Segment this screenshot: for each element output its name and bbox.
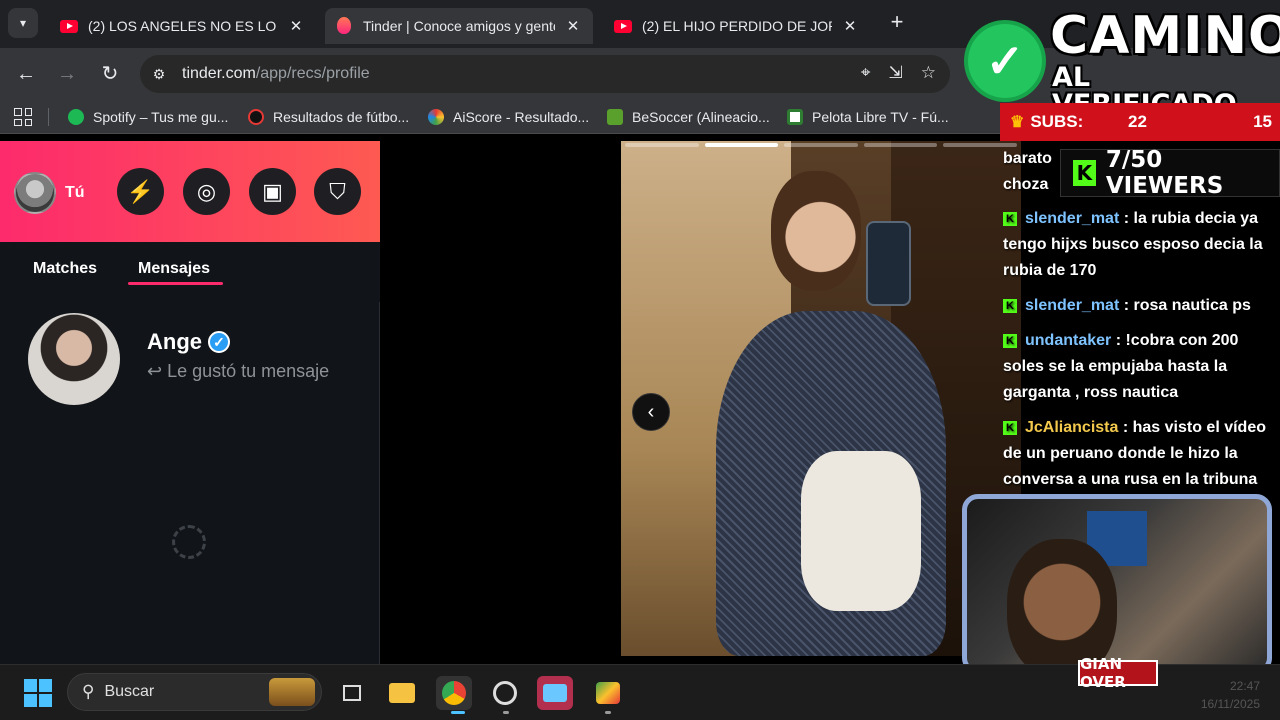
work-mode-button[interactable]: ▣ [249,168,296,215]
reload-button[interactable]: ↻ [96,60,124,88]
verified-badge-icon: ✓ [208,331,230,353]
close-icon[interactable]: ✕ [288,17,304,35]
bookmark-pelota-libre[interactable]: Pelota Libre TV - Fú... [787,106,949,128]
kick-badge-icon: K [1003,211,1017,226]
compass-icon: ◎ [196,178,217,204]
kick-badge-icon: K [1003,420,1017,435]
explore-button[interactable]: ◎ [183,168,230,215]
back-button[interactable]: ← [12,60,40,88]
active-app-indicator [451,711,465,714]
profile-photo[interactable] [621,141,1021,656]
close-icon[interactable]: ✕ [565,17,581,35]
viewers-counter: K 7/50 VIEWERS [1060,147,1280,199]
location-icon[interactable]: ⌖ [861,63,871,83]
bookmark-star-icon[interactable]: ☆ [921,63,936,83]
install-app-icon[interactable]: ⇲ [889,63,903,83]
taskbar-search[interactable]: ⚲ Buscar [67,673,322,711]
streamer-name-tag: GIAN OVER [1078,655,1158,691]
subs-counter: ♛ SUBS: 22 15 [1000,103,1280,141]
my-profile-label[interactable]: Tú [65,184,85,202]
kick-logo-icon: K [1073,160,1096,186]
obs-icon[interactable] [487,676,523,710]
tab-youtube-los-angeles[interactable]: (2) LOS ANGELES NO ES LO QU ✕ [48,8,316,44]
subs-current: 22 [1128,112,1147,131]
new-tab-button[interactable]: + [884,10,910,36]
aiscore-icon [428,109,444,125]
open-app-indicator [605,711,611,714]
chrome-icon[interactable] [436,676,472,710]
bookmark-besoccer[interactable]: BeSoccer (Alineacio... [607,106,770,128]
bookmark-aiscore[interactable]: AiScore - Resultado... [428,106,589,128]
verified-check-icon: ✓ [968,24,1042,98]
shield-icon: ⛉ [329,178,346,204]
my-profile-avatar[interactable] [14,172,56,214]
besoccer-icon [607,109,623,125]
youtube-icon [60,19,78,33]
photo-indicator[interactable] [863,143,938,147]
webcam-feed [962,494,1272,674]
bookmark-spotify[interactable]: Spotify – Tus me gu... [68,106,228,128]
windows-start-icon[interactable] [24,679,52,707]
flashscore-icon [248,109,264,125]
photo-indicator-active[interactable] [704,143,779,147]
tab-search-button[interactable]: ▾ [8,8,38,38]
task-view-icon[interactable] [334,676,370,710]
chevron-left-icon: ‹ [647,400,655,423]
youtube-icon [614,19,632,33]
file-explorer-icon[interactable] [384,676,420,710]
spotify-icon [68,109,84,125]
video-app-icon[interactable] [537,676,573,710]
forward-button[interactable]: → [53,60,81,88]
chat-message: Kundantaker : !cobra con 200 soles se la… [1003,332,1239,401]
chat-message: Kslender_mat : la rubia decia ya tengo h… [1003,210,1263,279]
apps-grid-icon[interactable] [14,108,32,126]
search-icon: ⚲ [82,682,95,701]
tinder-icon [337,17,353,35]
chat-message: Kslender_mat : rosa nautica ps [1003,293,1280,319]
tab-mensajes[interactable]: Mensajes [138,260,210,278]
conversation-name[interactable]: Ange ✓ [147,329,230,355]
search-highlight-icon [269,678,315,706]
subs-goal: 15 [1253,112,1272,131]
kick-badge-icon: K [1003,298,1017,313]
clock-time: 22:47 [1229,679,1260,693]
conversation-preview[interactable]: ↩ Le gustó tu mensaje [147,361,329,382]
address-bar[interactable]: ⚙ tinder.com/app/recs/profile ⌖ ⇲ ☆ [140,55,950,93]
tab-matches[interactable]: Matches [33,260,97,278]
briefcase-icon: ▣ [262,178,283,204]
tab-youtube-hijo-perdido[interactable]: (2) EL HIJO PERDIDO DE JORGE ✕ [602,8,870,44]
soccer-ball-icon [787,109,803,125]
chat-message: K JcAliancista : has visto el vídeo de un… [1003,419,1266,488]
crown-icon: ♛ [1010,114,1025,131]
loading-spinner-icon [172,525,206,559]
clock-date: 16/11/2025 [1200,697,1260,711]
previous-photo-button[interactable]: ‹ [632,393,670,431]
tab-title: (2) LOS ANGELES NO ES LO QU [88,18,278,34]
open-app-indicator [503,711,509,714]
tab-title: (2) EL HIJO PERDIDO DE JORGE [642,18,832,34]
site-settings-icon[interactable]: ⚙ [146,61,172,87]
lightning-icon: ⚡ [126,178,155,204]
tab-title: Tinder | Conoce amigos y gente [363,18,555,34]
photo-progress-bars [621,143,1021,147]
close-icon[interactable]: ✕ [842,17,858,35]
photo-indicator[interactable] [784,143,858,147]
url-text: tinder.com/app/recs/profile [182,65,370,82]
safety-button[interactable]: ⛉ [314,168,361,215]
tab-tinder[interactable]: Tinder | Conoce amigos y gente ✕ [325,8,593,44]
system-clock[interactable]: 22:47 16/11/2025 [1180,677,1260,713]
bookmarks-divider [48,108,49,126]
bookmark-resultados-futbol[interactable]: Resultados de fútbo... [248,106,409,128]
overlay-title: CAMINO [1050,6,1280,66]
active-tab-indicator [128,282,223,285]
kick-badge-icon: K [1003,333,1017,348]
photo-indicator[interactable] [625,143,699,147]
boost-button[interactable]: ⚡ [117,168,164,215]
bluestacks-icon[interactable] [590,676,626,710]
conversation-avatar[interactable] [28,313,120,405]
